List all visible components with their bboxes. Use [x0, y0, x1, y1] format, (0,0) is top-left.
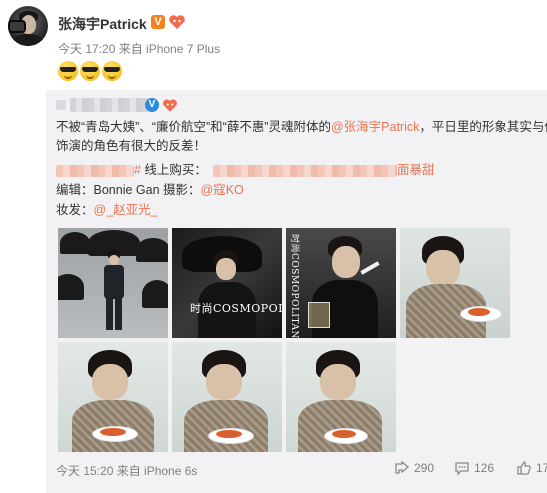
emoji-mouth: [86, 74, 94, 79]
sunglasses-smile-icon: [80, 61, 100, 81]
repost-text-line: 编辑：Bonnie Gan 摄影：@寇KO: [56, 181, 244, 199]
shop-link[interactable]: 面暴甜: [397, 163, 435, 177]
pasta-shape: [100, 428, 126, 436]
repost-text: 妆发：: [56, 203, 94, 217]
author-avatar[interactable]: [8, 6, 48, 46]
umbrella-shape: [136, 238, 168, 262]
repost-text: 饰演的角色有很大的反差！: [56, 139, 207, 153]
pasta-shape: [332, 430, 356, 438]
sunglasses-smile-icon: [58, 61, 78, 81]
repost-text: 线上购买：: [140, 163, 207, 177]
weibo-post: 张海宇Patrick V 今天 17:20 来自 iPhone 7 Plus V: [0, 0, 547, 493]
repost-text-line: 妆发：@_赵亚光_: [56, 201, 158, 219]
person-face: [92, 364, 128, 400]
avatar-shoulders: [12, 34, 44, 46]
photo-thumbnail[interactable]: 时尚COSMOPOLITAN: [286, 228, 396, 338]
blurred-hashtag[interactable]: [56, 164, 134, 177]
pasta-shape: [216, 430, 242, 438]
repost-meta[interactable]: 今天 15:20 来自 iPhone 6s: [56, 462, 197, 479]
person-leg: [106, 298, 113, 330]
person-face: [332, 246, 360, 278]
umbrella-shape: [58, 274, 84, 300]
repost-text: 不被“青岛大姨”、“廉价航空”和“薛不惠”灵魂附体的: [56, 120, 331, 134]
author-name[interactable]: 张海宇Patrick: [58, 14, 147, 34]
repost-text-line: # 线上购买： 面暴甜: [56, 161, 434, 179]
emoji-shades: [104, 67, 120, 72]
person-face: [426, 250, 460, 286]
sunglasses-smile-icon: [102, 61, 122, 81]
avatar-glasses: [8, 20, 26, 33]
person-jacket: [298, 400, 382, 452]
repost-text-line: 不被“青岛大姨”、“廉价航空”和“薛不惠”灵魂附体的@张海宇Patrick，平日…: [56, 118, 547, 136]
comment-icon: [455, 462, 469, 476]
hashtag-link[interactable]: #: [134, 163, 141, 177]
blurred-author-name: [70, 98, 150, 112]
photo-thumbnail[interactable]: [286, 342, 396, 452]
magazine-title: 时尚COSMOPOLITAN: [190, 302, 282, 315]
person-leg: [115, 298, 122, 330]
like-count: 17: [536, 461, 547, 475]
emoji-mouth: [64, 74, 72, 79]
photo-thumbnail[interactable]: [172, 342, 282, 452]
mention-link[interactable]: @张海宇Patrick: [331, 120, 419, 134]
heart-badge-icon[interactable]: [168, 14, 186, 30]
magazine-title: 时尚COSMOPOLITAN: [289, 234, 299, 338]
umbrella-shape: [142, 280, 168, 308]
pasta-shape: [468, 308, 490, 316]
photo-thumbnail[interactable]: 时尚COSMOPOLITAN: [172, 228, 282, 338]
umbrella-shape: [60, 232, 90, 254]
person-suit: [104, 265, 124, 299]
photo-thumbnail[interactable]: [400, 228, 510, 338]
post-meta[interactable]: 今天 17:20 来自 iPhone 7 Plus: [58, 40, 220, 57]
comment-count: 126: [474, 461, 495, 475]
cigarette-shape: [360, 261, 380, 275]
emoji-shades: [82, 67, 98, 72]
blurred-shop-link[interactable]: [212, 164, 397, 177]
person-face: [206, 364, 242, 400]
repost-text: 编辑：Bonnie Gan 摄影：: [56, 183, 201, 197]
repost-count: 290: [414, 461, 435, 475]
photo-thumbnail[interactable]: [58, 342, 168, 452]
emoji-mouth: [108, 74, 116, 79]
emoji-shades: [60, 67, 76, 72]
share-arrow-icon: [395, 460, 410, 474]
repost-text: ，平日里的形象其实与他所: [419, 120, 547, 134]
photo-thumbnail[interactable]: [58, 228, 168, 338]
verified-v-icon[interactable]: V: [151, 15, 165, 29]
blurred-at-sign: [56, 100, 66, 110]
thumbs-up-icon: [517, 461, 531, 475]
original-author-blurred[interactable]: [56, 98, 152, 114]
heart-badge-icon: [163, 99, 177, 112]
person-face: [109, 255, 119, 265]
mention-link[interactable]: @寇KO: [201, 183, 244, 197]
person-jacket: [184, 400, 268, 452]
repost-box: V 不被“青岛大姨”、“廉价航空”和“薛不惠”灵魂附体的@张海宇Patrick，…: [46, 90, 547, 493]
mention-link[interactable]: @_赵亚光_: [94, 203, 158, 217]
person-face: [216, 258, 236, 280]
person-face: [320, 364, 356, 400]
glass-shape: [308, 302, 330, 328]
verified-v-icon: V: [145, 98, 159, 112]
repost-text-line: 饰演的角色有很大的反差！: [56, 137, 206, 155]
